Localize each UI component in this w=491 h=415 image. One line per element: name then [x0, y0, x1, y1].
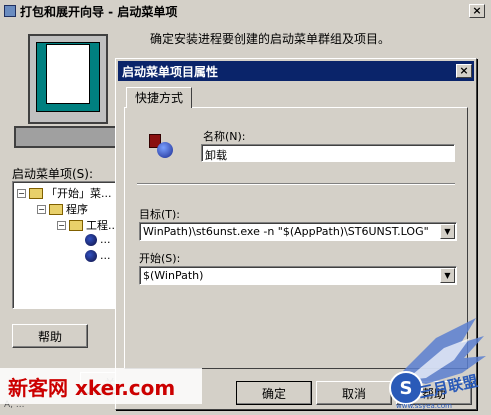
tab-shortcut[interactable]: 快捷方式 — [126, 87, 192, 108]
target-combo[interactable]: WinPath)\st6unst.exe -n "$(AppPath)\ST6U… — [139, 222, 457, 241]
watermark-logo: S 三月联盟 www.ssyea.com — [366, 318, 490, 414]
collapse-icon[interactable]: − — [37, 204, 46, 214]
collapse-icon[interactable]: − — [17, 188, 26, 198]
document-icon — [46, 44, 90, 104]
collapse-icon[interactable]: − — [57, 220, 66, 230]
watermark-left-text: 新客网 xker.com — [8, 376, 176, 400]
tree-item-label: ... — [100, 249, 111, 262]
separator — [137, 183, 455, 185]
wizard-titlebar: 打包和展开向导 - 启动菜单项 — [0, 0, 491, 22]
folder-icon — [69, 219, 83, 231]
target-label: 目标(T): — [139, 208, 181, 221]
dialog-close-button[interactable]: × — [456, 64, 472, 78]
tree-item-label: 「开始」菜... — [46, 187, 112, 200]
wizard-title: 打包和展开向导 - 启动菜单项 — [20, 4, 178, 19]
dialog-titlebar: 启动菜单项目属性 — [118, 61, 474, 81]
shortcut-icon — [149, 132, 175, 158]
name-field-value: 卸载 — [205, 149, 227, 162]
wizard-close-button[interactable]: × — [469, 4, 485, 18]
svg-text:S: S — [400, 378, 413, 399]
tree-item-project[interactable]: − 工程... — [57, 217, 119, 233]
monitor-base-icon — [14, 126, 118, 148]
start-menu-tree[interactable]: − 「开始」菜... − 程序 − 工程... ... ... — [12, 181, 120, 309]
tree-item-shortcut-2[interactable]: ... — [85, 249, 111, 262]
tree-label: 启动菜单项(S): — [12, 167, 94, 181]
tree-item-label: 程序 — [66, 203, 88, 216]
dialog-title: 启动菜单项目属性 — [122, 64, 219, 79]
tree-item-start-menu[interactable]: − 「开始」菜... — [17, 185, 112, 201]
app-icon — [4, 5, 16, 17]
dropdown-arrow-icon[interactable]: ▼ — [440, 224, 455, 239]
wizard-help-button[interactable]: 帮助 — [12, 324, 88, 348]
tree-item-label: 工程... — [86, 219, 119, 232]
folder-icon — [49, 203, 63, 215]
start-label: 开始(S): — [139, 252, 181, 265]
start-combo[interactable]: $(WinPath) ▼ — [139, 266, 457, 285]
watermark-logo-sub: www.ssyea.com — [396, 402, 452, 410]
name-label: 名称(N): — [203, 130, 246, 143]
folder-icon — [29, 187, 43, 199]
dropdown-arrow-icon[interactable]: ▼ — [440, 268, 455, 283]
tree-item-programs[interactable]: − 程序 — [37, 201, 88, 217]
tree-item-shortcut-1[interactable]: ... — [85, 233, 111, 246]
wizard-description: 确定安装进程要创建的启动菜单群组及项目。 — [150, 32, 391, 46]
start-combo-value: $(WinPath) — [143, 269, 204, 282]
tree-item-label: ... — [100, 233, 111, 246]
name-field[interactable]: 卸载 — [201, 144, 455, 162]
target-combo-value: WinPath)\st6unst.exe -n "$(AppPath)\ST6U… — [143, 225, 429, 238]
computer-illustration — [12, 30, 122, 148]
shortcut-icon — [85, 249, 97, 262]
watermark-left: 新客网 xker.com — [0, 368, 202, 404]
ok-button[interactable]: 确定 — [236, 381, 312, 405]
shortcut-icon — [85, 233, 97, 246]
